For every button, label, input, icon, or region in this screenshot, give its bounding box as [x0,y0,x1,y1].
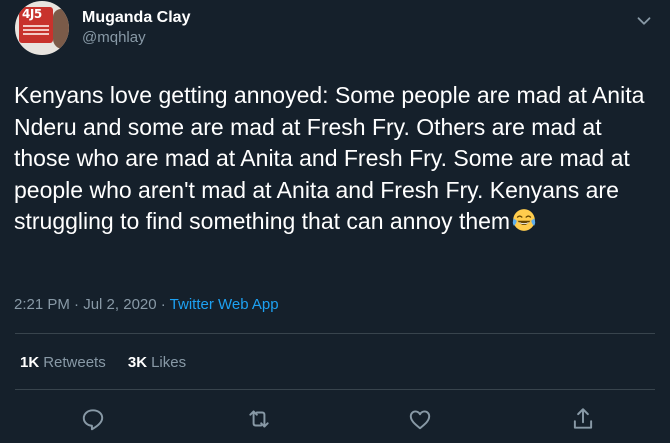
tweet-text-body: Kenyans love getting annoyed: Some peopl… [14,82,645,234]
likes-label: Likes [151,354,187,371]
tweet-stats: 1K Retweets 3K Likes [20,353,204,373]
display-name[interactable]: Muganda Clay [82,8,190,28]
face-with-tears-of-joy-icon [512,209,536,231]
user-names: Muganda Clay @mqhlay [82,8,190,48]
chevron-down-icon[interactable] [633,10,655,32]
reply-icon[interactable] [80,406,106,432]
avatar-sign-text: 4J5 [22,7,42,21]
meta-separator: · [156,296,170,313]
tweet-header: 4J5 Muganda Clay @mqhlay [15,0,670,58]
avatar-person [53,9,69,49]
retweets-count: 1K [20,354,40,371]
retweets-label: Retweets [43,354,106,371]
tweet-date[interactable]: Jul 2, 2020 [83,296,156,313]
tweet-time[interactable]: 2:21 PM [14,296,70,313]
share-icon[interactable] [570,406,596,432]
retweets-stat[interactable]: 1K Retweets [20,354,106,371]
avatar[interactable]: 4J5 [15,1,69,55]
meta-separator: · [69,296,84,313]
user-handle[interactable]: @mqhlay [82,28,190,48]
likes-count: 3K [127,354,148,371]
retweet-icon[interactable] [246,406,272,432]
divider [15,389,655,390]
like-icon[interactable] [407,406,433,432]
avatar-sign-lines [23,25,49,27]
tweet: 4J5 Muganda Clay @mqhlay Kenyans love ge… [0,0,670,443]
likes-stat[interactable]: 3K Likes [128,354,186,371]
tweet-actions [0,402,670,438]
tweet-source-link[interactable]: Twitter Web App [170,296,279,313]
tweet-text: Kenyans love getting annoyed: Some peopl… [14,80,659,238]
tweet-meta: 2:21 PM · Jul 2, 2020 · Twitter Web App [14,295,279,315]
divider [15,333,655,334]
